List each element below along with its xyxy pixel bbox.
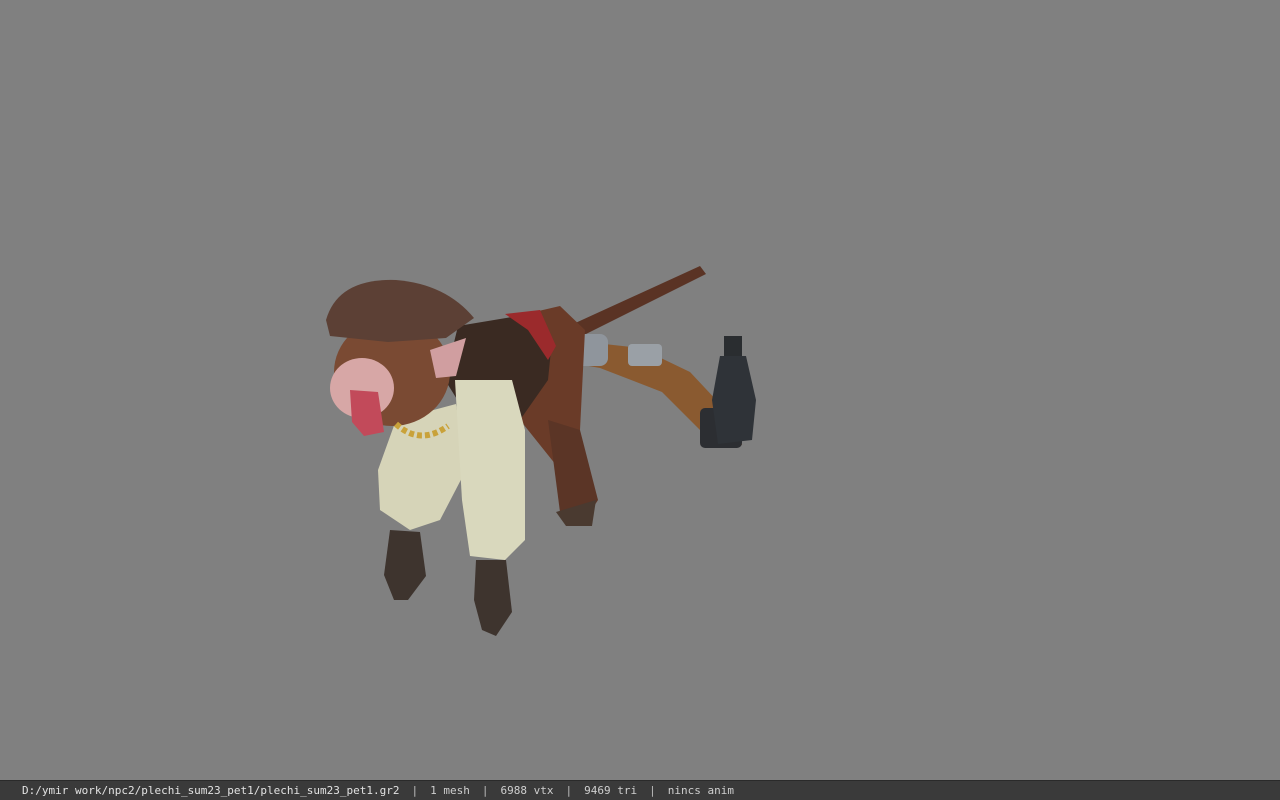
monkey-pirate-model <box>326 266 756 636</box>
file-path-label: D:/ymir work/npc2/plechi_sum23_pet1/plec… <box>22 784 400 797</box>
vertex-count-label: 6988 vtx <box>500 784 554 797</box>
status-separator: | <box>649 784 656 797</box>
model-right-arm <box>455 380 525 560</box>
status-separator: | <box>565 784 573 797</box>
status-separator: | <box>411 784 419 797</box>
mesh-count-label: 1 mesh <box>430 784 470 797</box>
model-right-hand <box>474 560 512 636</box>
model-left-hand <box>384 530 426 600</box>
status-separator: | <box>481 784 489 797</box>
triangle-count-label: 9469 tri <box>584 784 638 797</box>
3d-viewport[interactable] <box>0 0 1280 780</box>
status-bar: D:/ymir work/npc2/plechi_sum23_pet1/plec… <box>0 780 1280 800</box>
model-bottle <box>712 336 756 444</box>
animation-label: nincs anim <box>667 784 734 797</box>
model-bandana <box>326 279 474 342</box>
